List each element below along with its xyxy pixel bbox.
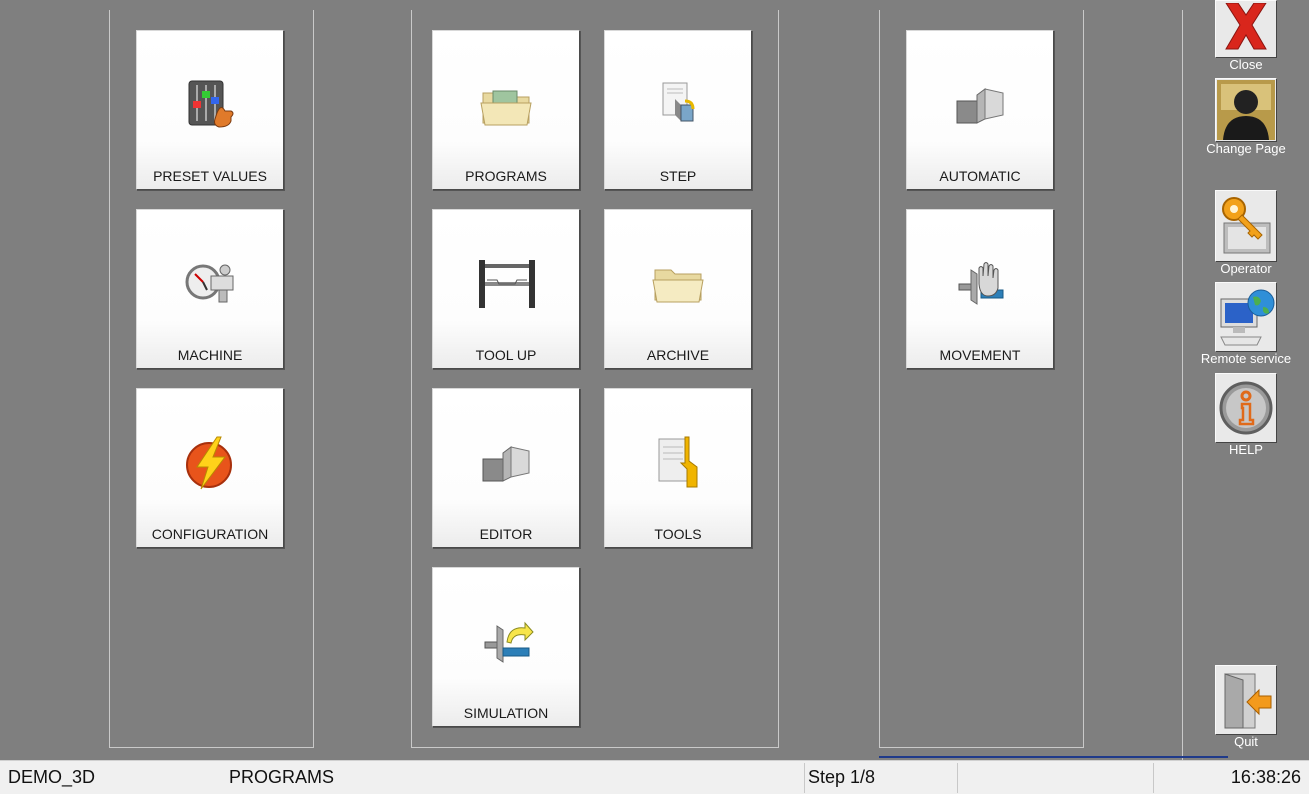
tool-up-label: TOOL UP bbox=[475, 347, 537, 363]
preset-values-label: PRESET VALUES bbox=[153, 168, 267, 184]
programs-button[interactable]: PROGRAMS bbox=[432, 30, 580, 190]
editor-button[interactable]: EDITOR bbox=[432, 388, 580, 548]
stopwatch-gauge-icon bbox=[181, 254, 241, 314]
remote-computer-icon bbox=[1215, 282, 1277, 352]
help-label: HELP bbox=[1229, 442, 1263, 457]
status-bar: DEMO_3D PROGRAMS Step 1/8 16:38:26 bbox=[0, 760, 1309, 794]
info-icon bbox=[1215, 373, 1277, 443]
close-icon bbox=[1215, 0, 1277, 58]
remote-service-label: Remote service bbox=[1200, 351, 1292, 366]
sliders-thumb-icon bbox=[181, 75, 241, 135]
configuration-label: CONFIGURATION bbox=[151, 526, 269, 542]
help-button[interactable]: HELP bbox=[1183, 373, 1309, 457]
simulation-arrow-icon bbox=[477, 612, 537, 672]
status-separator bbox=[1153, 763, 1154, 793]
archive-folder-icon bbox=[649, 254, 709, 314]
progress-line bbox=[879, 756, 1228, 758]
hand-movement-icon bbox=[951, 254, 1011, 314]
archive-button[interactable]: ARCHIVE bbox=[604, 209, 752, 369]
close-label: Close bbox=[1229, 57, 1263, 72]
automatic-button[interactable]: AUTOMATIC bbox=[906, 30, 1054, 190]
simulation-button[interactable]: SIMULATION bbox=[432, 567, 580, 727]
tools-button[interactable]: TOOLS bbox=[604, 388, 752, 548]
movement-button[interactable]: MOVEMENT bbox=[906, 209, 1054, 369]
exit-door-icon bbox=[1215, 665, 1277, 735]
step-label: STEP bbox=[659, 168, 697, 184]
status-step: Step 1/8 bbox=[808, 767, 876, 787]
operator-label: Operator bbox=[1220, 261, 1272, 276]
step-button[interactable]: STEP bbox=[604, 30, 752, 190]
press-tool-icon bbox=[477, 254, 537, 314]
machine-button[interactable]: MACHINE bbox=[136, 209, 284, 369]
simulation-label: SIMULATION bbox=[463, 705, 549, 721]
machine-label: MACHINE bbox=[177, 347, 243, 363]
change-page-button[interactable]: Change Page bbox=[1183, 78, 1309, 156]
remote-service-button[interactable]: Remote service bbox=[1183, 282, 1309, 366]
automatic-label: AUTOMATIC bbox=[939, 168, 1021, 184]
close-button[interactable]: Close bbox=[1183, 0, 1309, 72]
configuration-button[interactable]: CONFIGURATION bbox=[136, 388, 284, 548]
status-separator bbox=[804, 763, 805, 793]
user-silhouette-icon bbox=[1215, 78, 1277, 142]
quit-label: Quit bbox=[1234, 734, 1258, 749]
tool-list-icon bbox=[649, 433, 709, 493]
key-icon bbox=[1215, 190, 1277, 262]
status-time: 16:38:26 bbox=[1230, 767, 1301, 787]
preset-values-button[interactable]: PRESET VALUES bbox=[136, 30, 284, 190]
lightning-ball-icon bbox=[181, 433, 241, 493]
bent-sheet-icon bbox=[951, 75, 1011, 135]
change-page-label: Change Page bbox=[1206, 141, 1286, 156]
tool-up-button[interactable]: TOOL UP bbox=[432, 209, 580, 369]
operator-button[interactable]: Operator bbox=[1183, 190, 1309, 276]
document-bend-icon bbox=[649, 75, 709, 135]
open-folder-icon bbox=[477, 75, 537, 135]
editor-label: EDITOR bbox=[479, 526, 533, 542]
archive-label: ARCHIVE bbox=[646, 347, 710, 363]
status-separator bbox=[957, 763, 958, 793]
status-page: PROGRAMS bbox=[229, 767, 335, 787]
bent-sheet-icon bbox=[477, 433, 537, 493]
status-program-name: DEMO_3D bbox=[8, 767, 96, 787]
tools-label: TOOLS bbox=[654, 526, 702, 542]
quit-button[interactable]: Quit bbox=[1183, 665, 1309, 749]
programs-label: PROGRAMS bbox=[465, 168, 547, 184]
movement-label: MOVEMENT bbox=[939, 347, 1021, 363]
